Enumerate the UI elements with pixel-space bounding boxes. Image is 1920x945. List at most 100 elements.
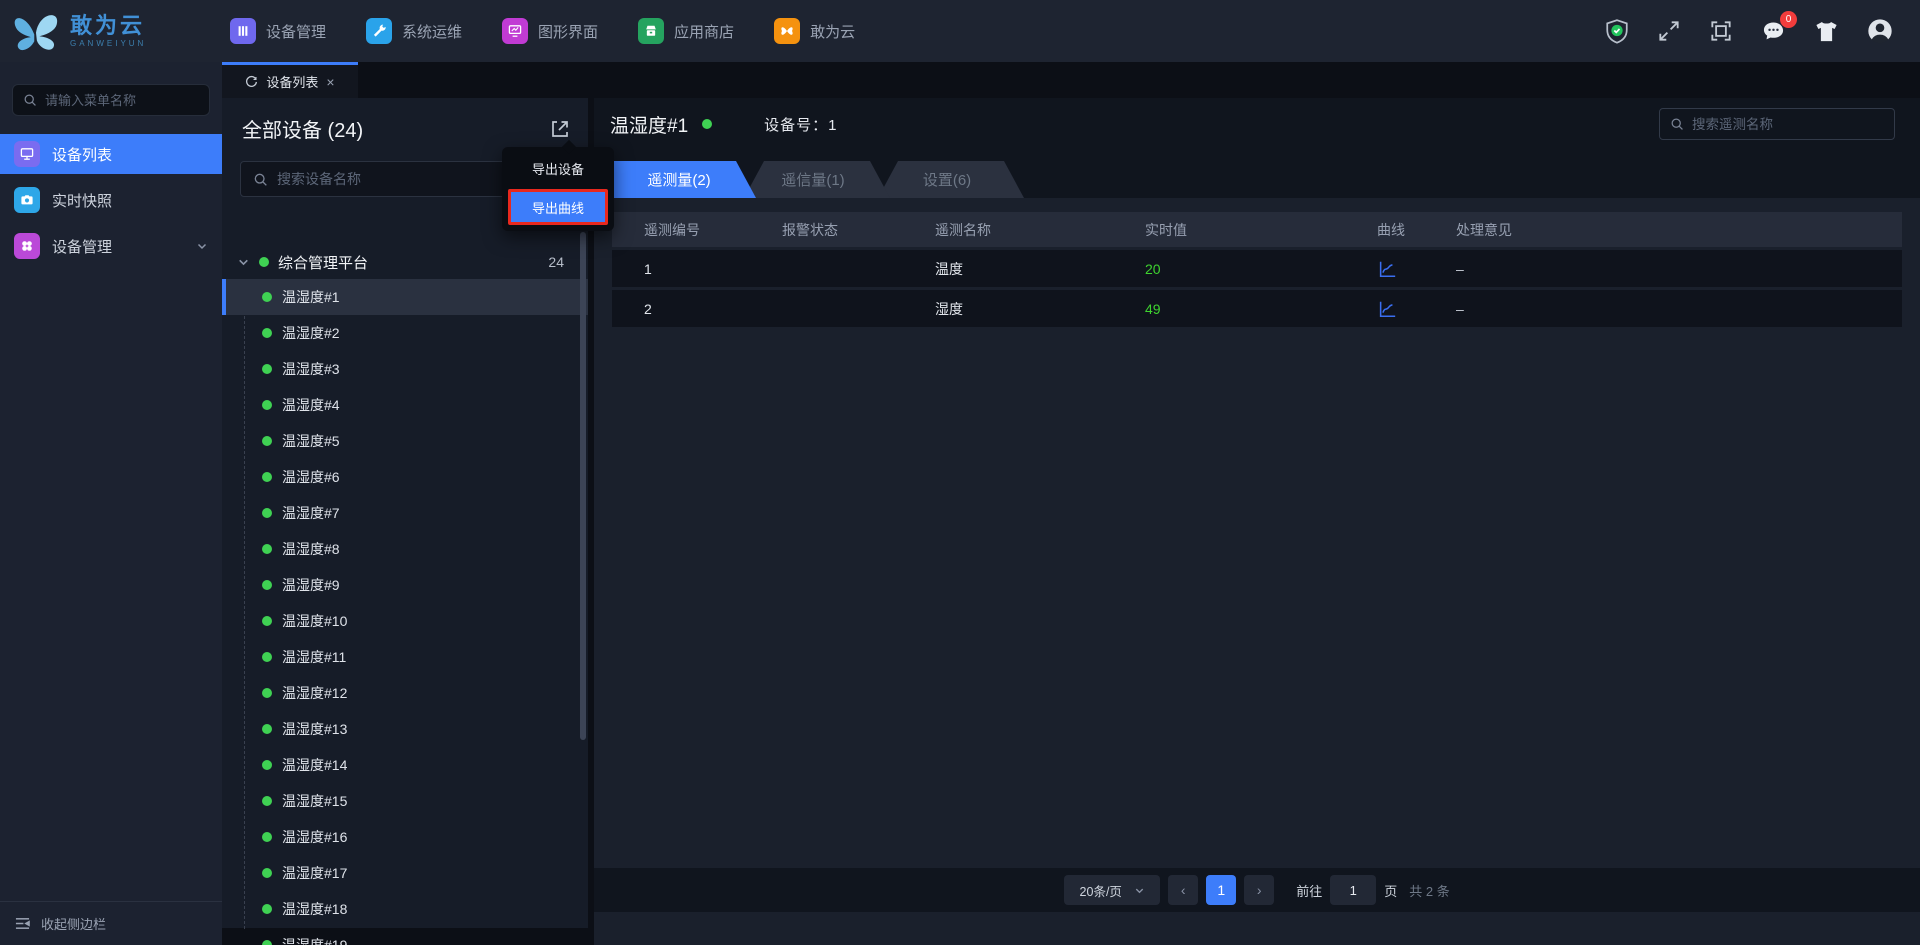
tree-item-label: 温湿度#8: [282, 541, 340, 557]
tree-item-device-2[interactable]: 温湿度#2: [222, 315, 588, 351]
tab-device-list[interactable]: 设备列表 ×: [222, 62, 358, 98]
tree-item-device-3[interactable]: 温湿度#3: [222, 351, 588, 387]
search-icon: [1670, 117, 1684, 131]
current-page-button[interactable]: 1: [1206, 875, 1237, 905]
search-icon: [253, 172, 268, 187]
cell-opinion: –: [1456, 300, 1464, 317]
tree-item-device-5[interactable]: 温湿度#5: [222, 423, 588, 459]
nav-item-ganweiyun[interactable]: 敢为云: [774, 18, 855, 44]
tab-label: 设备列表: [266, 75, 319, 90]
menu-search-box[interactable]: [12, 84, 221, 116]
cell-id: 2: [644, 300, 652, 317]
page-size-value: 20条/页: [1079, 884, 1122, 899]
ganweiyun-icon: [774, 18, 801, 44]
chevron-down-icon[interactable]: [237, 256, 250, 269]
tree-item-device-6[interactable]: 温湿度#6: [222, 459, 588, 495]
nav-item-device-manage[interactable]: 设备管理: [230, 18, 326, 44]
telemetry-search-input[interactable]: [1692, 116, 1884, 132]
app-logo: 敢为云 GANWEIYUN: [0, 8, 222, 54]
nav-label: 敢为云: [810, 23, 856, 41]
tree-item-device-15[interactable]: 温湿度#15: [222, 783, 588, 819]
status-dot: [262, 364, 272, 374]
left-sidebar: 设备列表 实时快照 设备管理 收起侧边栏: [0, 62, 222, 945]
page-label: 页: [1384, 883, 1398, 899]
line-chart-icon[interactable]: [1377, 259, 1399, 279]
tree-item-label: 温湿度#1: [282, 289, 340, 305]
status-dot: [262, 616, 272, 626]
sidebar-item-device-manage[interactable]: 设备管理: [0, 226, 222, 266]
line-chart-icon[interactable]: [1377, 299, 1399, 319]
top-nav: 设备管理 系统运维 图形界面 应用商店 敢为云: [230, 18, 855, 44]
total-count: 共 2 条: [1409, 883, 1450, 899]
tree-item-label: 温湿度#11: [282, 649, 347, 665]
tree-item-device-14[interactable]: 温湿度#14: [222, 747, 588, 783]
goto-label: 前往: [1296, 883, 1323, 899]
tree-root-platform[interactable]: 综合管理平台 24: [222, 245, 588, 279]
tree-item-device-11[interactable]: 温湿度#11: [222, 639, 588, 675]
cell-name: 湿度: [935, 300, 963, 317]
nav-label: 系统运维: [402, 23, 463, 41]
menu-item-export-device[interactable]: 导出设备: [502, 147, 614, 189]
butterfly-logo-icon: [10, 8, 62, 54]
top-bar: 敢为云 GANWEIYUN 设备管理 系统运维 图形界面 应用商店 敢为云 0: [0, 0, 1920, 62]
tree-item-device-9[interactable]: 温湿度#9: [222, 567, 588, 603]
telemetry-search-box[interactable]: [1659, 108, 1895, 140]
tree-item-device-17[interactable]: 温湿度#17: [222, 855, 588, 891]
cell-id: 1: [644, 260, 652, 277]
col-telemetry-id: 遥测编号: [644, 221, 700, 238]
sidebar-item-snapshot[interactable]: 实时快照: [0, 180, 222, 220]
next-page-button[interactable]: ›: [1244, 875, 1275, 905]
tree-item-device-18[interactable]: 温湿度#18: [222, 891, 588, 927]
collapse-sidebar-label: 收起侧边栏: [41, 917, 107, 932]
nav-label: 图形界面: [538, 23, 599, 41]
menu-search-input[interactable]: [45, 92, 221, 108]
tree-item-device-7[interactable]: 温湿度#7: [222, 495, 588, 531]
status-dot: [262, 688, 272, 698]
screenshot-frame-icon[interactable]: [1708, 18, 1734, 44]
nav-item-graphic-ui[interactable]: 图形界面: [502, 18, 598, 44]
sidebar-item-label: 设备管理: [52, 238, 113, 256]
tree-item-device-13[interactable]: 温湿度#13: [222, 711, 588, 747]
status-dot: [262, 544, 272, 554]
tab-telemetry[interactable]: 遥测量(2): [610, 161, 756, 198]
tree-item-device-12[interactable]: 温湿度#12: [222, 675, 588, 711]
tree-item-device-8[interactable]: 温湿度#8: [222, 531, 588, 567]
detail-tabs: 遥测量(2) 遥信量(1) 设置(6): [594, 150, 1920, 198]
status-dot: [259, 257, 269, 267]
collapse-sidebar-button[interactable]: 收起侧边栏: [0, 901, 222, 945]
nav-item-app-store[interactable]: 应用商店: [638, 18, 734, 44]
page-size-select[interactable]: 20条/页: [1064, 875, 1161, 905]
theme-shirt-icon[interactable]: [1813, 18, 1840, 45]
menu-item-export-curve[interactable]: 导出曲线: [511, 192, 605, 222]
sidebar-item-label: 设备列表: [52, 146, 113, 164]
tab-settings[interactable]: 设置(6): [878, 161, 1024, 198]
tree-item-label: 温湿度#7: [282, 505, 340, 521]
tree-item-device-10[interactable]: 温湿度#10: [222, 603, 588, 639]
user-avatar[interactable]: [1866, 17, 1894, 45]
table-header: 遥测编号 报警状态 遥测名称 实时值 曲线 处理意见: [612, 212, 1902, 247]
tree-item-label: 温湿度#10: [282, 613, 348, 629]
prev-page-button[interactable]: ‹: [1168, 875, 1199, 905]
device-detail-panel: 温湿度#1 设备号：1 遥测量(2) 遥信量(1) 设置(6): [594, 98, 1920, 945]
app-store-icon: [638, 18, 665, 44]
status-dot: [262, 292, 272, 302]
tree-item-device-16[interactable]: 温湿度#16: [222, 819, 588, 855]
close-icon[interactable]: ×: [326, 74, 334, 90]
tab-telesignal[interactable]: 遥信量(1): [744, 161, 890, 198]
refresh-icon[interactable]: [245, 75, 258, 88]
tree-item-device-1[interactable]: 温湿度#1: [222, 279, 588, 315]
export-icon[interactable]: [548, 117, 572, 141]
tree-item-label: 温湿度#3: [282, 361, 340, 377]
goto-page-input[interactable]: [1330, 875, 1377, 905]
fullscreen-icon[interactable]: [1656, 18, 1682, 44]
tree-item-device-19[interactable]: 温湿度#19: [222, 927, 588, 945]
device-count-badge: 24: [548, 254, 564, 270]
security-shield-icon[interactable]: [1604, 18, 1630, 44]
nav-item-system-ops[interactable]: 系统运维: [366, 18, 462, 44]
tree-scrollbar[interactable]: [580, 232, 586, 740]
collapse-sidebar-icon: [14, 916, 31, 931]
tree-item-device-4[interactable]: 温湿度#4: [222, 387, 588, 423]
messages-icon[interactable]: 0: [1760, 10, 1797, 45]
export-dropdown-menu: 导出设备 导出曲线: [502, 139, 614, 231]
sidebar-item-device-list[interactable]: 设备列表: [0, 134, 222, 174]
